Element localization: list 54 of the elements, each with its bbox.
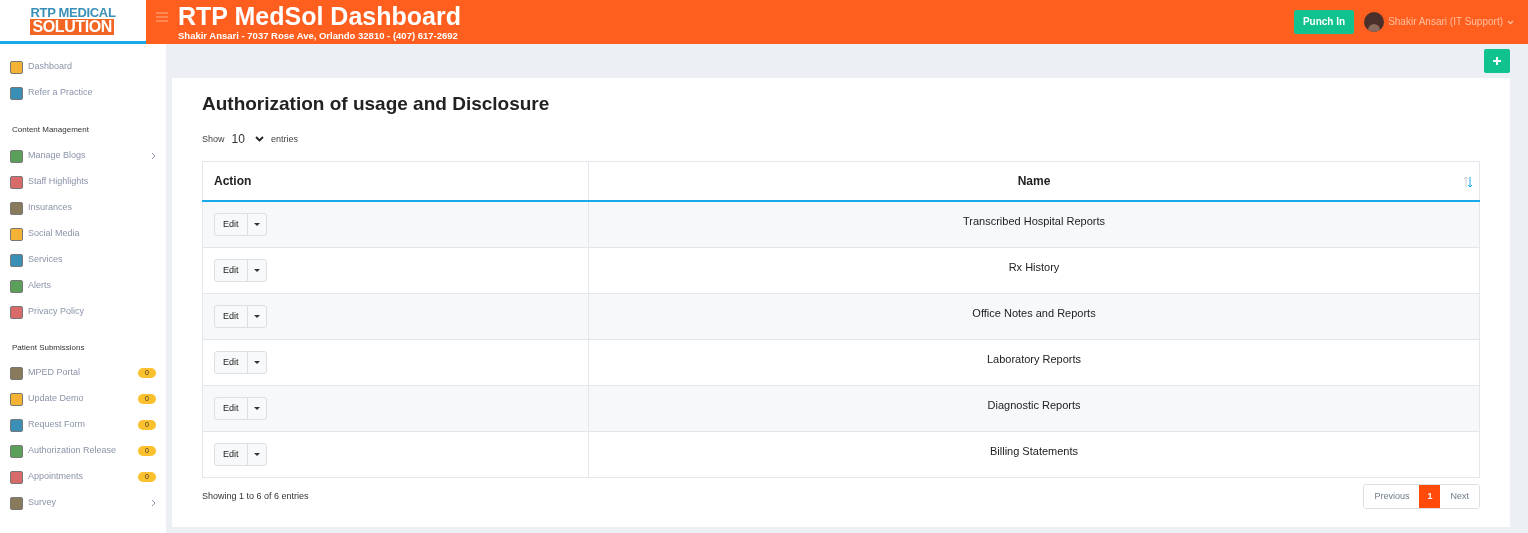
tile-icon <box>10 392 23 406</box>
tile-icon <box>10 418 23 432</box>
sidebar-item[interactable]: Services <box>0 247 166 273</box>
sidebar-item[interactable]: Alerts <box>0 273 166 299</box>
tile-icon <box>10 366 23 380</box>
caret-icon <box>254 136 264 143</box>
plus-icon <box>1492 56 1502 66</box>
content-card: Authorization of usage and Disclosure Show 10 entries Action Name Edit Transcribed Hospital Reports Edit Rx History Edit Office Notes and Reports Edit Laboratory Reports Edit Diagnostic Reports Edit Billing Statements Showing 1 to 6 of 6 entries Previous 1 Next <box>172 78 1510 527</box>
page-title: Authorization of usage and Disclosure <box>202 92 551 116</box>
tile-icon <box>10 253 23 267</box>
tile-icon <box>10 305 23 319</box>
caret-icon <box>253 406 260 410</box>
tile-icon <box>10 444 23 458</box>
caret-icon <box>1507 19 1514 25</box>
add-button[interactable] <box>1484 49 1510 73</box>
tile-icon <box>10 470 23 484</box>
pagination-button[interactable]: 1 <box>1419 484 1441 508</box>
tile-icon <box>10 175 23 189</box>
sidebar-item[interactable]: Survey <box>0 490 166 516</box>
column-header[interactable]: Name <box>588 161 1480 202</box>
tile-icon <box>10 86 23 100</box>
sidebar-item[interactable]: Dashboard <box>0 54 166 80</box>
tile-icon <box>10 149 23 163</box>
column-header: Action <box>202 161 589 202</box>
sidebar-item[interactable]: Privacy Policy <box>0 299 166 325</box>
sidebar-item[interactable]: Insurances <box>0 195 166 221</box>
tile-icon <box>10 60 23 74</box>
table-cell: Transcribed Hospital Reports <box>588 201 1480 248</box>
sidebar-item[interactable]: Social Media <box>0 221 166 247</box>
table-cell: Diagnostic Reports <box>588 385 1480 432</box>
page-heading: RTP MedSol Dashboard <box>178 3 461 29</box>
section-heading: Content Management <box>11 125 90 135</box>
chevron-right-icon <box>151 152 156 160</box>
tile-icon <box>10 279 23 293</box>
sidebar-item[interactable]: Staff Highlights <box>0 169 166 195</box>
avatar <box>1364 12 1385 32</box>
section-heading: Patient Submissions <box>11 343 86 353</box>
page-size-select[interactable]: 10 <box>229 131 266 147</box>
tile-icon <box>10 227 23 241</box>
entries-info: Showing 1 to 6 of 6 entries <box>202 490 309 502</box>
logo[interactable]: RTP MEDICAL SOLUTION <box>0 0 146 44</box>
caret-icon <box>253 314 260 318</box>
caret-icon <box>253 268 260 272</box>
caret-icon <box>253 223 260 226</box>
tile-icon <box>10 496 23 510</box>
caret-icon <box>253 360 260 364</box>
sidebar-item[interactable]: Manage Blogs <box>0 143 166 169</box>
tile-icon <box>10 201 23 215</box>
table-cell: Office Notes and Reports <box>588 293 1480 340</box>
chevron-right-icon <box>151 499 156 507</box>
sidebar-item[interactable]: Refer a Practice <box>0 80 166 106</box>
caret-icon <box>253 452 260 456</box>
sort-icon <box>1463 175 1473 188</box>
address-text: Shakir Ansari - 7037 Rose Ave, Orlando 32810 - (407) 617-2692 <box>178 30 459 41</box>
